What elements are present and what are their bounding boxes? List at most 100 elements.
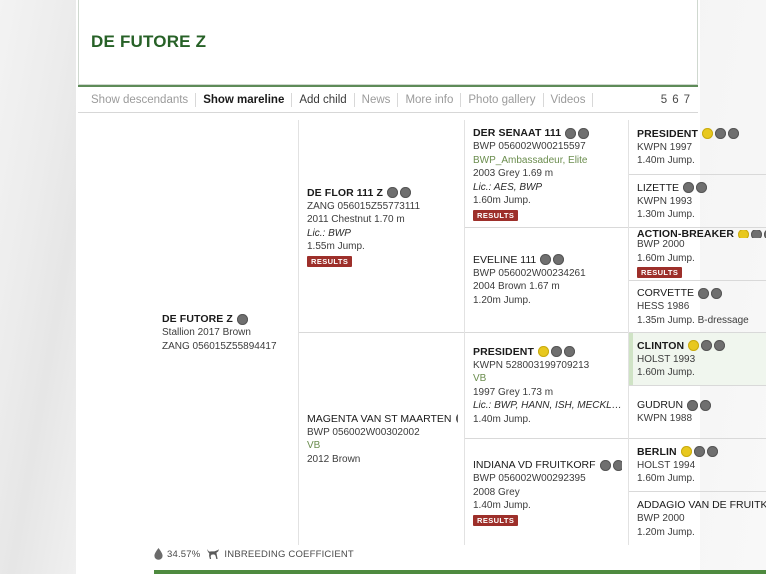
- horse-performance: 1.40m Jump.: [473, 500, 531, 512]
- results-badge[interactable]: RESULTS: [637, 267, 683, 278]
- pedigree-icon[interactable]: [599, 459, 611, 471]
- pedigree-icon[interactable]: [751, 230, 763, 238]
- pedigree-cell-gen2-1[interactable]: DER SENAAT 111 BWP 056002W00215597 BWP_A…: [465, 120, 628, 227]
- gold-icon[interactable]: [702, 128, 713, 139]
- edit-icon[interactable]: [710, 287, 722, 299]
- horse-name-row: LIZETTE: [637, 181, 766, 195]
- tab-more-info[interactable]: More info: [398, 92, 462, 107]
- pedigree-icon[interactable]: [565, 127, 577, 139]
- pedigree-cell-subject[interactable]: DE FUTORE Z Stallion 2017 Brown ZANG 056…: [154, 120, 298, 545]
- icon-group: [455, 413, 458, 425]
- results-badge[interactable]: RESULTS: [473, 514, 519, 526]
- page-background: DE FUTORE Z Show descendants Show mareli…: [0, 0, 766, 574]
- horse-performance: 1.60m Jump.: [473, 195, 531, 207]
- edit-icon[interactable]: [236, 313, 248, 325]
- tab-videos[interactable]: Videos: [544, 92, 594, 107]
- edit-icon[interactable]: [714, 340, 726, 351]
- horse-name-row: ACTION-BREAKER: [637, 230, 766, 238]
- pedigree-cell-sire[interactable]: DE FLOR 111 Z ZANG 056015Z55773111 2011 …: [299, 120, 464, 332]
- pedigree-column-gen3: PRESIDENT KWPN 1997 1.40m Jump. LIZETTE: [628, 120, 766, 545]
- icon-group: [687, 399, 712, 411]
- edit-icon[interactable]: [578, 127, 590, 139]
- pedigree-icon[interactable]: [455, 413, 458, 425]
- horse-name: PRESIDENT: [637, 127, 698, 140]
- pedigree-icon[interactable]: [387, 187, 398, 198]
- horse-name: CORVETTE: [637, 287, 694, 299]
- pedigree-cell-dam[interactable]: MAGENTA VAN ST MAARTEN BWP 056002W003020…: [299, 332, 464, 545]
- horse-registration: HESS 1986: [637, 301, 690, 312]
- generation-option-5[interactable]: 5: [661, 94, 667, 106]
- horse-name: GUDRUN: [637, 399, 684, 412]
- tab-show-mareline[interactable]: Show mareline: [196, 92, 293, 107]
- pedigree-cell-gen3-2[interactable]: LIZETTE KWPN 1993 1.30m Jump.: [629, 174, 766, 227]
- icon-group: [697, 287, 722, 299]
- icon-group: [738, 230, 766, 238]
- gold-icon[interactable]: [680, 446, 692, 457]
- results-badge[interactable]: RESULTS: [473, 209, 519, 221]
- icon-group: [538, 346, 575, 358]
- horse-performance: 1.40m Jump.: [637, 155, 695, 166]
- footer-accent-bar: [154, 570, 766, 574]
- pedigree-icon[interactable]: [693, 446, 705, 457]
- pedigree-icon[interactable]: [540, 254, 552, 266]
- icon-group: [688, 340, 726, 351]
- pedigree-cell-gen3-4[interactable]: CORVETTE HESS 1986 1.35m Jump. B-dressag…: [629, 280, 766, 332]
- tab-add-child[interactable]: Add child: [292, 92, 355, 107]
- horse-name-row: DE FLOR 111 Z: [307, 186, 458, 200]
- edit-icon[interactable]: [612, 459, 622, 471]
- tab-photo-gallery[interactable]: Photo gallery: [461, 92, 544, 107]
- horse-title-box: DE FUTORE Z: [78, 0, 698, 85]
- gold-icon[interactable]: [538, 346, 549, 358]
- pedigree-cell-gen3-6[interactable]: GUDRUN KWPN 1988: [629, 385, 766, 438]
- pedigree-cell-gen3-8[interactable]: ADDAGIO VAN DE FRUITKORF BWP 2000 1.20m …: [629, 491, 766, 545]
- horse-performance: 1.55m Jump.: [307, 241, 365, 252]
- inbreeding-footer: 34.57% INBREEDING COEFFICIENT: [154, 544, 766, 564]
- horse-performance: 1.60m Jump.: [637, 367, 695, 378]
- horse-registration: KWPN 1997: [637, 141, 693, 153]
- horse-name: DE FUTORE Z: [162, 313, 233, 325]
- inbreeding-label-group: INBREEDING COEFFICIENT: [206, 548, 354, 560]
- pedigree-cell-gen2-3[interactable]: PRESIDENT KWPN 528003199709213 VB 1997 G…: [465, 332, 628, 438]
- inbreeding-percent: 34.57%: [167, 548, 201, 560]
- pedigree-cell-gen3-3[interactable]: ACTION-BREAKER BWP 2000 1.60m Jump. RESU…: [629, 227, 766, 280]
- pedigree-cell-gen2-2[interactable]: EVELINE 111 BWP 056002W00234261 2004 Bro…: [465, 227, 628, 332]
- tab-show-descendants[interactable]: Show descendants: [84, 92, 197, 107]
- pedigree-cell-gen3-7[interactable]: BERLIN HOLST 1994 1.60m Jump.: [629, 438, 766, 491]
- horse-name-row: CLINTON: [637, 339, 766, 353]
- pedigree-icon[interactable]: [551, 346, 562, 358]
- gold-icon[interactable]: [688, 340, 700, 351]
- horse-registration: KWPN 1988: [637, 413, 693, 425]
- horse-icon: [207, 549, 220, 559]
- horse-studbook: BWP_Ambassadeur, Elite: [473, 154, 588, 166]
- tab-list: Show descendants Show mareline Add child…: [78, 92, 661, 107]
- tab-news[interactable]: News: [355, 92, 399, 107]
- edit-icon[interactable]: [700, 399, 712, 411]
- edit-icon[interactable]: [696, 182, 708, 193]
- pedigree-icon[interactable]: [701, 340, 713, 351]
- pedigree-cell-gen3-5[interactable]: CLINTON HOLST 1993 1.60m Jump.: [629, 332, 766, 385]
- horse-name-row: DER SENAAT 111: [473, 126, 622, 140]
- horse-registration: KWPN 1993: [637, 195, 693, 207]
- horse-name: LIZETTE: [637, 181, 680, 194]
- horse-name-row: BERLIN: [637, 445, 766, 459]
- results-badge[interactable]: RESULTS: [307, 255, 353, 267]
- pedigree-cell-gen2-4[interactable]: INDIANA VD FRUITKORF BWP 056002W00292395…: [465, 438, 628, 545]
- edit-icon[interactable]: [706, 446, 718, 457]
- pedigree-cell-gen3-1[interactable]: PRESIDENT KWPN 1997 1.40m Jump.: [629, 120, 766, 174]
- pedigree-icon[interactable]: [715, 128, 726, 139]
- pedigree-icon[interactable]: [687, 399, 699, 411]
- horse-name: INDIANA VD FRUITKORF: [473, 459, 596, 472]
- icon-group: [599, 459, 622, 471]
- edit-icon[interactable]: [400, 187, 411, 198]
- generation-option-7[interactable]: 7: [684, 94, 690, 106]
- horse-performance: 1.60m Jump.: [637, 252, 695, 264]
- icon-group: [236, 313, 248, 325]
- edit-icon[interactable]: [564, 346, 575, 358]
- edit-icon[interactable]: [728, 128, 739, 139]
- edit-icon[interactable]: [553, 254, 565, 266]
- generation-option-6[interactable]: 6: [672, 94, 678, 106]
- horse-name: DE FLOR 111 Z: [307, 186, 383, 199]
- pedigree-icon[interactable]: [683, 182, 695, 193]
- gold-icon[interactable]: [738, 230, 750, 238]
- pedigree-icon[interactable]: [697, 287, 709, 299]
